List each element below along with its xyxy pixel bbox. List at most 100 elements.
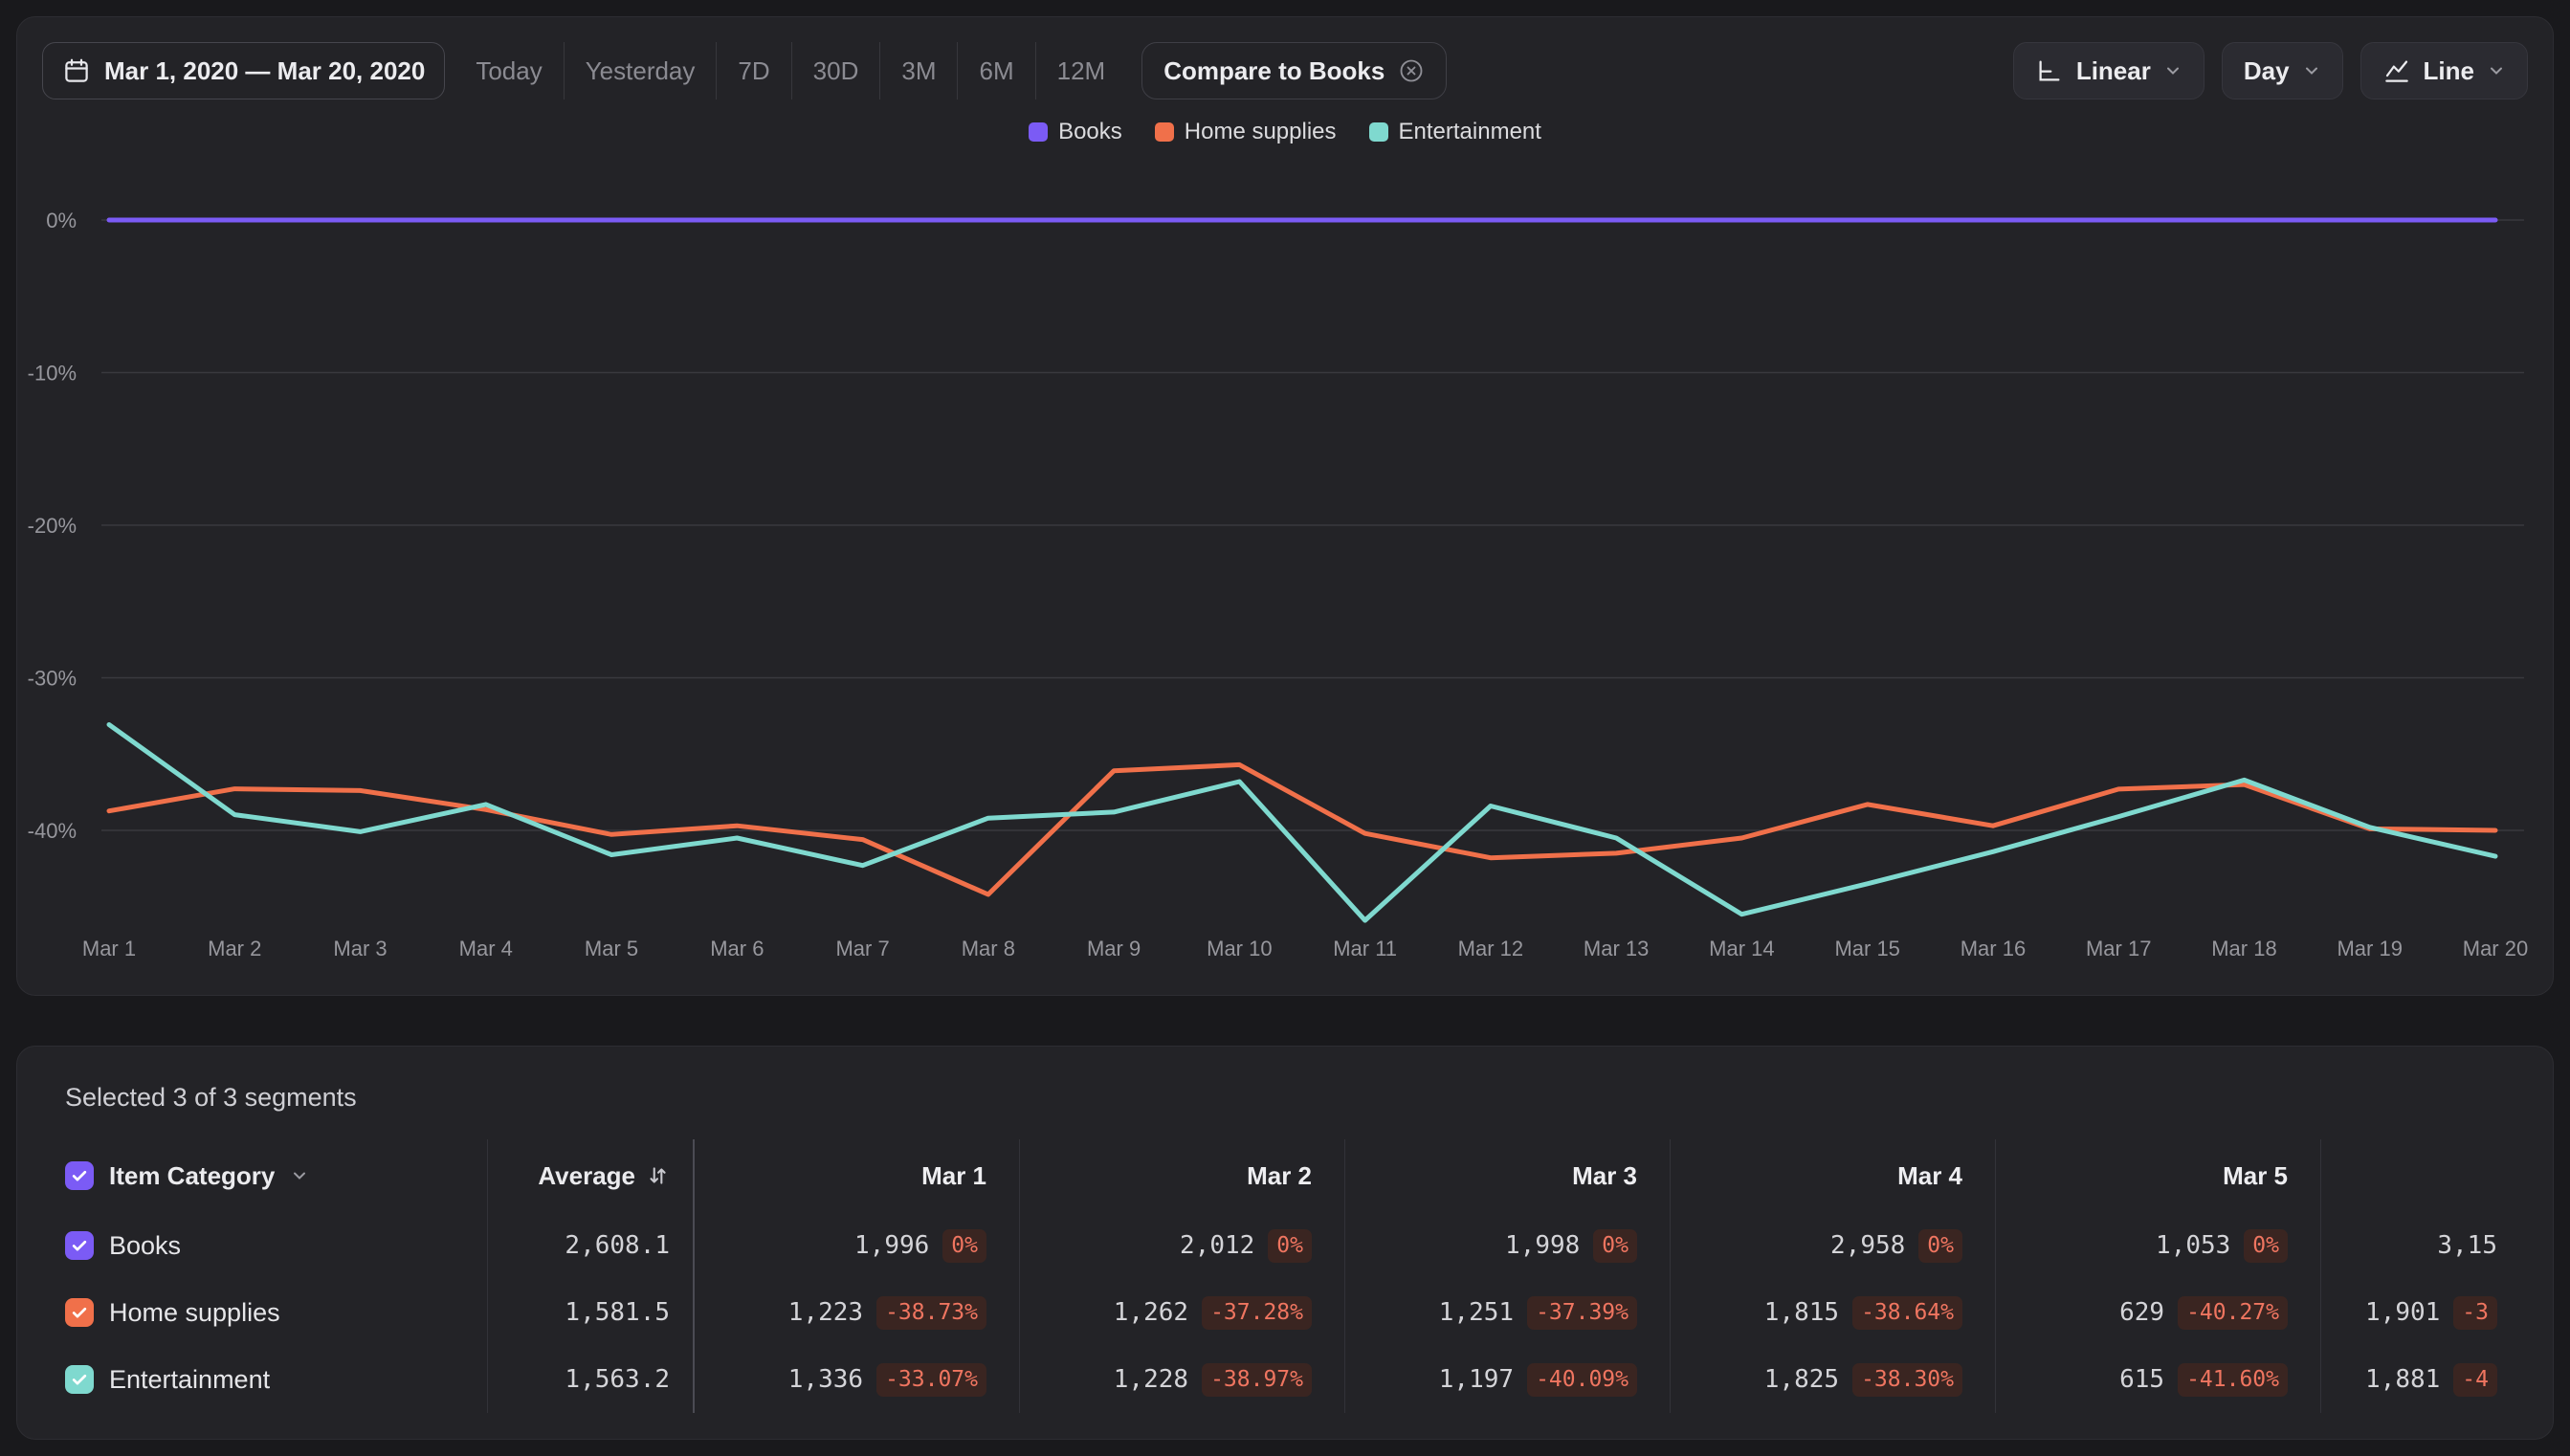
average-cell: 1,581.5 [488, 1279, 695, 1346]
pct-change-badge: 0% [1593, 1228, 1637, 1263]
x-axis-label: Mar 10 [1207, 937, 1272, 960]
legend-item-books[interactable]: Books [1029, 119, 1122, 145]
chevron-down-icon[interactable] [290, 1166, 309, 1185]
x-axis-label: Mar 3 [333, 937, 387, 960]
value-cell: 615 -41.60% [1996, 1346, 2321, 1413]
segment-checkbox[interactable] [65, 1231, 94, 1260]
header-clipped-column [2321, 1139, 2553, 1212]
value-cell: 1,223 -38.73% [695, 1279, 1020, 1346]
select-all-checkbox[interactable] [65, 1161, 94, 1190]
x-axis-label: Mar 2 [208, 937, 261, 960]
average-value: 1,581.5 [565, 1298, 670, 1327]
x-axis-label: Mar 11 [1333, 937, 1397, 960]
chart-toolbar: Mar 1, 2020 — Mar 20, 2020 Today Yesterda… [17, 17, 2553, 99]
date-header-label: Mar 2 [1247, 1160, 1312, 1190]
value-cell: 1,336 -33.07% [695, 1346, 1020, 1413]
granularity-dropdown[interactable]: Day [2221, 42, 2343, 99]
value-cell: 1,996 0% [695, 1212, 1020, 1279]
date-header-label: Mar 3 [1572, 1160, 1637, 1190]
segment-checkbox[interactable] [65, 1365, 94, 1394]
legend-label: Home supplies [1184, 119, 1337, 144]
value-cell: 1,053 0% [1996, 1212, 2321, 1279]
cell-value: 1,223 [787, 1298, 864, 1327]
cell-value: 1,815 [1763, 1298, 1840, 1327]
cell-value: 615 [2119, 1365, 2165, 1394]
value-cell: 1,251 -37.39% [1345, 1279, 1671, 1346]
quick-range-6m[interactable]: 6M [957, 42, 1034, 99]
value-cell: 2,958 0% [1671, 1212, 1996, 1279]
segment-cell: Home supplies [17, 1279, 488, 1346]
compare-button[interactable]: Compare to Books [1141, 42, 1448, 99]
x-axis-label: Mar 15 [1834, 937, 1899, 960]
chart-type-dropdown[interactable]: Line [2360, 42, 2528, 99]
table-row-entertainment: Entertainment 1,563.2 1,336 -33.07% 1,228 -38… [17, 1346, 2553, 1413]
pct-change-badge: -41.60% [2178, 1362, 2288, 1397]
granularity-dropdown-label: Day [2243, 55, 2290, 85]
header-mar-3: Mar 3 [1345, 1139, 1671, 1212]
legend-item-entertainment[interactable]: Entertainment [1368, 119, 1541, 145]
header-mar-4: Mar 4 [1671, 1139, 1996, 1212]
series-line-home-supplies [106, 761, 2498, 897]
selected-count: Selected 3 of 3 segments [65, 1083, 357, 1112]
date-header-label: Mar 4 [1897, 1160, 1962, 1190]
y-axis-label: -10% [28, 362, 77, 386]
x-axis-label: Mar 13 [1584, 937, 1649, 960]
pct-change-badge: 0% [2244, 1228, 2288, 1263]
quick-range-7d[interactable]: 7D [716, 42, 790, 99]
quick-range-3m[interactable]: 3M [879, 42, 957, 99]
x-axis-label: Mar 12 [1458, 937, 1523, 960]
average-cell: 1,563.2 [488, 1346, 695, 1413]
date-header-label: Mar 5 [2223, 1160, 2288, 1190]
header-mar-2: Mar 2 [1020, 1139, 1345, 1212]
segment-checkbox[interactable] [65, 1298, 94, 1327]
cell-value: 1,197 [1438, 1365, 1515, 1394]
pct-change-badge: -37.39% [1527, 1295, 1637, 1330]
x-axis-label: Mar 1 [82, 937, 136, 960]
table-header-row: Item Category Average Mar 1 Mar 2 Mar 3 Mar 4… [17, 1139, 2553, 1212]
scale-dropdown[interactable]: Linear [2012, 42, 2204, 99]
quick-range-today[interactable]: Today [454, 42, 563, 99]
value-cell: 1,998 0% [1345, 1212, 1671, 1279]
segments-card: Selected 3 of 3 segments Item Category Av… [16, 1046, 2554, 1440]
pct-change-badge: -3 [2453, 1295, 2497, 1330]
sort-icon[interactable] [645, 1163, 670, 1188]
x-axis-label: Mar 19 [2337, 937, 2402, 960]
analytics-dashboard: Mar 1, 2020 — Mar 20, 2020 Today Yesterda… [0, 0, 2570, 1456]
calendar-icon [62, 56, 91, 85]
chart-type-dropdown-label: Line [2423, 55, 2474, 85]
item-category-label: Item Category [109, 1160, 276, 1190]
value-cell: 1,901 -3 [2321, 1279, 2553, 1346]
pct-change-badge: -38.64% [1852, 1295, 1962, 1330]
value-cell: 3,15 [2321, 1212, 2553, 1279]
header-mar-1: Mar 1 [695, 1139, 1020, 1212]
legend-label: Entertainment [1398, 119, 1541, 144]
value-cell: 1,815 -38.64% [1671, 1279, 1996, 1346]
date-range-picker[interactable]: Mar 1, 2020 — Mar 20, 2020 [42, 42, 446, 99]
quick-range-12m[interactable]: 12M [1034, 42, 1127, 99]
chevron-down-icon [2163, 61, 2182, 80]
date-range-label: Mar 1, 2020 — Mar 20, 2020 [104, 55, 426, 85]
quick-range-yesterday[interactable]: Yesterday [563, 42, 717, 99]
x-axis-label: Mar 14 [1709, 937, 1774, 960]
quick-range-30d[interactable]: 30D [790, 42, 880, 99]
cell-value: 1,262 [1113, 1298, 1189, 1327]
segment-label: Books [109, 1230, 182, 1260]
segment-cell: Books [17, 1212, 488, 1279]
pct-change-badge: 0% [1918, 1228, 1962, 1263]
legend-item-home-supplies[interactable]: Home supplies [1154, 119, 1337, 145]
line-chart-icon [2382, 56, 2411, 85]
x-axis-label: Mar 20 [2463, 937, 2528, 960]
segment-cell: Entertainment [17, 1346, 488, 1413]
cell-value: 1,825 [1763, 1365, 1840, 1394]
x-axis-label: Mar 6 [710, 937, 764, 960]
linear-scale-icon [2035, 56, 2064, 85]
pct-change-badge: 0% [942, 1228, 986, 1263]
chevron-down-icon [2302, 61, 2321, 80]
value-cell: 1,825 -38.30% [1671, 1346, 1996, 1413]
value-cell: 1,881 -4 [2321, 1346, 2553, 1413]
average-value: 1,563.2 [565, 1365, 670, 1394]
circle-x-icon[interactable] [1398, 57, 1425, 84]
pct-change-badge: -37.28% [1202, 1295, 1312, 1330]
chart-canvas[interactable]: 0% -10% -20% -30% -40% Mar 1 Mar 2 Mar 3 Mar 4 Ma… [17, 166, 2553, 996]
pct-change-badge: -38.30% [1852, 1362, 1962, 1397]
